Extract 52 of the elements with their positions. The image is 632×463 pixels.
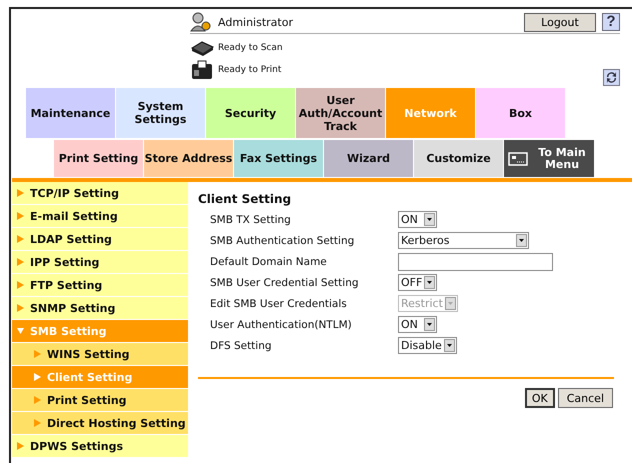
input-field[interactable]	[398, 252, 553, 270]
nav-tab[interactable]: System Settings	[116, 88, 205, 138]
user-name: Administrator	[218, 16, 294, 28]
sidebar-item[interactable]: Direct Hosting Setting	[12, 412, 188, 435]
arrow-icon	[17, 281, 24, 289]
dropdown[interactable]: ON	[398, 316, 437, 333]
printer-icon	[190, 60, 214, 80]
dropdown[interactable]: Kerberos	[398, 232, 529, 249]
field-label: SMB TX Setting	[210, 214, 292, 226]
field-label: DFS Setting	[210, 340, 273, 352]
arrow-icon	[34, 373, 41, 381]
sidebar-item[interactable]: Print Setting	[12, 389, 188, 412]
nav-tab[interactable]: Fax Settings	[234, 140, 323, 177]
scanner-icon	[190, 40, 214, 56]
arrow-icon	[34, 419, 41, 427]
nav-tab[interactable]: User Auth/Account Track	[296, 88, 385, 138]
refresh-icon	[603, 69, 620, 86]
expanded-arrow-icon	[17, 327, 24, 335]
arrow-icon	[17, 212, 24, 220]
field-label: Default Domain Name	[210, 256, 328, 268]
nav-tab[interactable]: Store Address	[144, 140, 233, 177]
status-text: Ready to Print	[218, 65, 282, 75]
dropdown[interactable]: Disable	[398, 337, 457, 354]
arrow-icon	[17, 442, 24, 450]
help-button[interactable]: ?	[602, 13, 620, 31]
nav-tab[interactable]: Box	[476, 88, 565, 138]
panel-icon	[508, 152, 528, 166]
arrow-icon	[17, 304, 24, 312]
nav-tab[interactable]: Wizard	[324, 140, 413, 177]
field-label: SMB Authentication Setting	[210, 234, 356, 246]
field-label: User Authentication(NTLM)	[210, 318, 353, 330]
nav-tab[interactable]: Maintenance	[26, 88, 115, 138]
arrow-icon	[17, 258, 24, 266]
section-title: Client Setting	[198, 192, 292, 206]
field-label: SMB User Credential Setting	[210, 276, 360, 288]
nav-tab[interactable]: Security	[206, 88, 295, 138]
cancel-button[interactable]: Cancel	[558, 388, 613, 408]
status-text: Ready to Scan	[218, 43, 283, 53]
arrow-icon	[34, 350, 41, 358]
admin-user-icon	[190, 12, 212, 32]
arrow-icon	[34, 396, 41, 404]
arrow-icon	[17, 189, 24, 197]
nav-tab[interactable]: Customize	[414, 140, 503, 177]
dropdown[interactable]: OFF	[398, 274, 438, 291]
logout-button[interactable]: Logout	[524, 12, 596, 32]
nav-tab[interactable]: Print Setting	[54, 140, 143, 177]
main-menu-button[interactable]: To Main Menu	[504, 140, 594, 177]
dropdown[interactable]: ON	[398, 211, 437, 228]
arrow-icon	[17, 235, 24, 243]
ok-button[interactable]: OK	[524, 388, 555, 408]
sidebar-item[interactable]: WINS Setting	[12, 343, 188, 366]
field-label: Edit SMB User Credentials	[210, 298, 348, 310]
